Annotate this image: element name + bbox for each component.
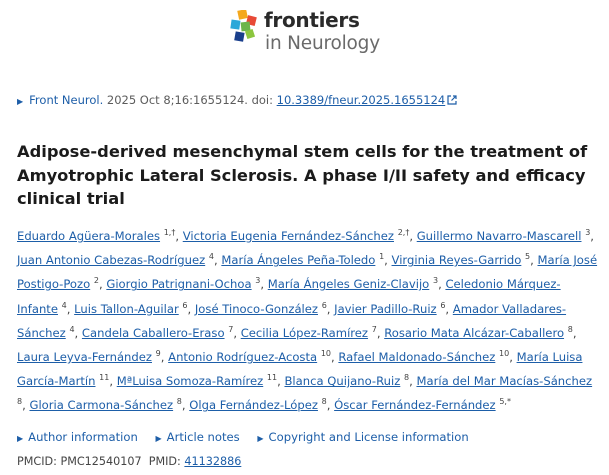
author-affiliation[interactable]: 5,* <box>499 397 511 406</box>
author-link[interactable]: Olga Fernández-López <box>189 398 318 412</box>
author-link[interactable]: Javier Padillo-Ruiz <box>334 302 436 316</box>
author-link[interactable]: Cecilia López-Ramírez <box>241 326 368 340</box>
author-affiliation[interactable]: 5 <box>525 252 530 261</box>
author-link[interactable]: Victoria Eugenia Fernández-Sánchez <box>183 229 394 243</box>
author-affiliation[interactable]: 7 <box>372 325 377 334</box>
doi-link[interactable]: 10.3389/fneur.2025.1655124 <box>277 93 446 107</box>
author-link[interactable]: Laura Leyva-Fernández <box>17 350 152 364</box>
expand-triangle-icon: ▶ <box>155 434 162 443</box>
author-affiliation[interactable]: 2,† <box>398 228 410 237</box>
author-affiliation[interactable]: 2 <box>94 276 99 285</box>
author-affiliation[interactable]: 4 <box>209 252 214 261</box>
author-link[interactable]: María Ángeles Peña-Toledo <box>221 253 375 267</box>
author-link[interactable]: MªLuisa Somoza-Ramírez <box>117 374 263 388</box>
author-link[interactable]: Blanca Quijano-Ruiz <box>284 374 400 388</box>
author-affiliation[interactable]: 6 <box>182 301 187 310</box>
author-affiliation[interactable]: 10 <box>321 349 331 358</box>
pmcid-label: PMCID: <box>17 455 61 468</box>
expand-triangle-icon: ▶ <box>17 434 24 443</box>
journal-abbrev-link[interactable]: Front Neurol. <box>29 93 103 107</box>
author-link[interactable]: Luis Tallon-Aguilar <box>74 302 179 316</box>
author-affiliation[interactable]: 3 <box>433 276 438 285</box>
pmid-link[interactable]: 41132886 <box>184 455 241 468</box>
author-link[interactable]: Giorgio Patrignani-Ochoa <box>106 277 251 291</box>
copyright-license-toggle[interactable]: ▶ Copyright and License information <box>257 430 468 444</box>
author-link[interactable]: Virginia Reyes-Garrido <box>392 253 522 267</box>
journal-logo[interactable]: frontiers in Neurology <box>230 8 400 64</box>
article-identifiers: PMCID: PMC12540107 PMID: 41132886 <box>17 455 241 468</box>
author-affiliation[interactable]: 8 <box>322 397 327 406</box>
author-affiliation[interactable]: 8 <box>17 397 22 406</box>
author-link[interactable]: Gloria Carmona-Sánchez <box>29 398 173 412</box>
author-link[interactable]: Guillermo Navarro-Mascarell <box>417 229 582 243</box>
pmid-label: PMID: <box>148 455 185 468</box>
pmcid-value: PMC12540107 <box>60 455 142 468</box>
journal-name: in Neurology <box>265 33 380 54</box>
author-link[interactable]: Antonio Rodríguez-Acosta <box>168 350 317 364</box>
author-affiliation[interactable]: 8 <box>177 397 182 406</box>
author-affiliation[interactable]: 11 <box>99 373 109 382</box>
author-link[interactable]: Rafael Maldonado-Sánchez <box>338 350 495 364</box>
author-affiliation[interactable]: 8 <box>568 325 573 334</box>
author-affiliation[interactable]: 10 <box>499 349 509 358</box>
author-affiliation[interactable]: 7 <box>228 325 233 334</box>
author-link[interactable]: José Tinoco-González <box>195 302 318 316</box>
author-affiliation[interactable]: 4 <box>69 325 74 334</box>
journal-brand: frontiers <box>264 8 360 32</box>
expand-triangle-icon: ▶ <box>257 434 264 443</box>
article-info-links: ▶ Author information ▶ Article notes ▶ Copy… <box>17 430 483 444</box>
author-link[interactable]: Candela Caballero-Eraso <box>82 326 225 340</box>
expand-triangle-icon[interactable]: ▶ <box>17 97 23 106</box>
frontiers-logo-icon <box>230 10 257 42</box>
author-affiliation[interactable]: 6 <box>440 301 445 310</box>
author-list: Eduardo Agüera-Morales 1,†, Victoria Eug… <box>17 228 598 413</box>
author-affiliation[interactable]: 8 <box>404 373 409 382</box>
author-information-toggle[interactable]: ▶ Author information <box>17 430 138 444</box>
author-affiliation[interactable]: 9 <box>156 349 161 358</box>
author-affiliation[interactable]: 1,† <box>164 228 176 237</box>
citation-line: ▶ Front Neurol. 2025 Oct 8;16:1655124. do… <box>17 93 457 107</box>
author-link[interactable]: Rosario Mata Alcázar-Caballero <box>384 326 564 340</box>
author-affiliation[interactable]: 11 <box>267 373 277 382</box>
article-notes-toggle[interactable]: ▶ Article notes <box>155 430 239 444</box>
author-affiliation[interactable]: 6 <box>322 301 327 310</box>
author-affiliation[interactable]: 1 <box>379 252 384 261</box>
author-affiliation[interactable]: 4 <box>62 301 67 310</box>
author-affiliation[interactable]: 3 <box>585 228 590 237</box>
author-link[interactable]: María del Mar Macías-Sánchez <box>416 374 592 388</box>
author-link[interactable]: Eduardo Agüera-Morales <box>17 229 160 243</box>
author-link[interactable]: Óscar Fernández-Fernández <box>334 398 496 412</box>
external-link-icon[interactable] <box>447 95 457 105</box>
article-title: Adipose-derived mesenchymal stem cells f… <box>17 142 588 208</box>
author-affiliation[interactable]: 3 <box>255 276 260 285</box>
citation-details: 2025 Oct 8;16:1655124. doi: <box>103 93 277 107</box>
author-link[interactable]: Juan Antonio Cabezas-Rodríguez <box>17 253 205 267</box>
author-link[interactable]: María Ángeles Geniz-Clavijo <box>268 277 430 291</box>
